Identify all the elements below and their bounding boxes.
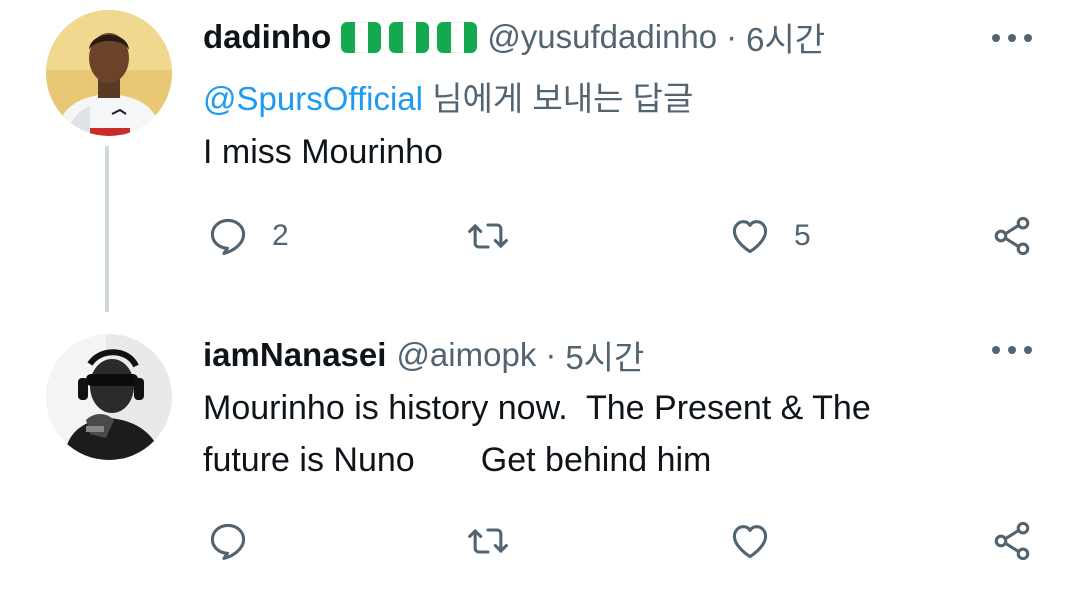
reply-button[interactable]: 2 xyxy=(206,212,289,260)
user-handle[interactable]: @yusufdadinho xyxy=(487,18,717,56)
reply-icon xyxy=(210,523,246,560)
display-name[interactable]: iamNanasei xyxy=(203,336,386,374)
avatar[interactable] xyxy=(46,10,172,136)
flag-emojis xyxy=(341,21,478,53)
reply-context-label: 님에게 보내는 답글 xyxy=(422,80,694,117)
retweet-button[interactable] xyxy=(466,517,532,565)
retweet-icon xyxy=(468,528,508,554)
like-count: 5 xyxy=(794,219,811,252)
heart-icon xyxy=(732,220,768,254)
like-button[interactable] xyxy=(728,517,794,565)
like-button[interactable]: 5 xyxy=(728,212,811,260)
tweet[interactable]: dadinho @yusufdadinho · 6시간 @SpursOffici… xyxy=(0,0,1080,320)
reply-mention-link[interactable]: @SpursOfficial xyxy=(203,80,423,117)
share-button[interactable] xyxy=(990,517,1034,565)
separator-dot: · xyxy=(545,336,557,373)
heart-icon xyxy=(732,525,768,559)
retweet-icon xyxy=(468,223,508,249)
timestamp[interactable]: 5시간 xyxy=(565,331,644,379)
separator-dot: · xyxy=(726,18,738,55)
nigeria-flag-icon xyxy=(437,21,478,53)
share-icon xyxy=(994,521,1030,561)
tweet-header: dadinho @yusufdadinho · 6시간 xyxy=(203,14,825,60)
reply-icon xyxy=(210,218,246,255)
reply-button[interactable] xyxy=(206,517,272,565)
tweet-actions: 2 5 xyxy=(0,212,1080,260)
share-button[interactable] xyxy=(990,212,1034,260)
nigeria-flag-icon xyxy=(341,21,382,53)
tweet-actions xyxy=(0,517,1080,565)
reply-context: @SpursOfficial 님에게 보내는 답글 xyxy=(203,72,693,120)
retweet-button[interactable] xyxy=(466,212,532,260)
avatar[interactable] xyxy=(46,334,172,460)
tweet-text: Mourinho is history now. The Present & T… xyxy=(203,389,871,479)
share-icon xyxy=(994,216,1030,256)
display-name[interactable]: dadinho xyxy=(203,18,331,56)
tweet[interactable]: iamNanasei @aimopk · 5시간 Mourinho is his… xyxy=(0,320,1080,595)
more-icon[interactable] xyxy=(992,32,1032,44)
tweet-header: iamNanasei @aimopk · 5시간 xyxy=(203,332,644,378)
tweet-text: I miss Mourinho xyxy=(203,133,443,171)
user-handle[interactable]: @aimopk xyxy=(396,336,536,374)
nigeria-flag-icon xyxy=(389,21,430,53)
timestamp[interactable]: 6시간 xyxy=(746,13,825,61)
more-icon[interactable] xyxy=(992,344,1032,356)
reply-count: 2 xyxy=(272,219,289,252)
